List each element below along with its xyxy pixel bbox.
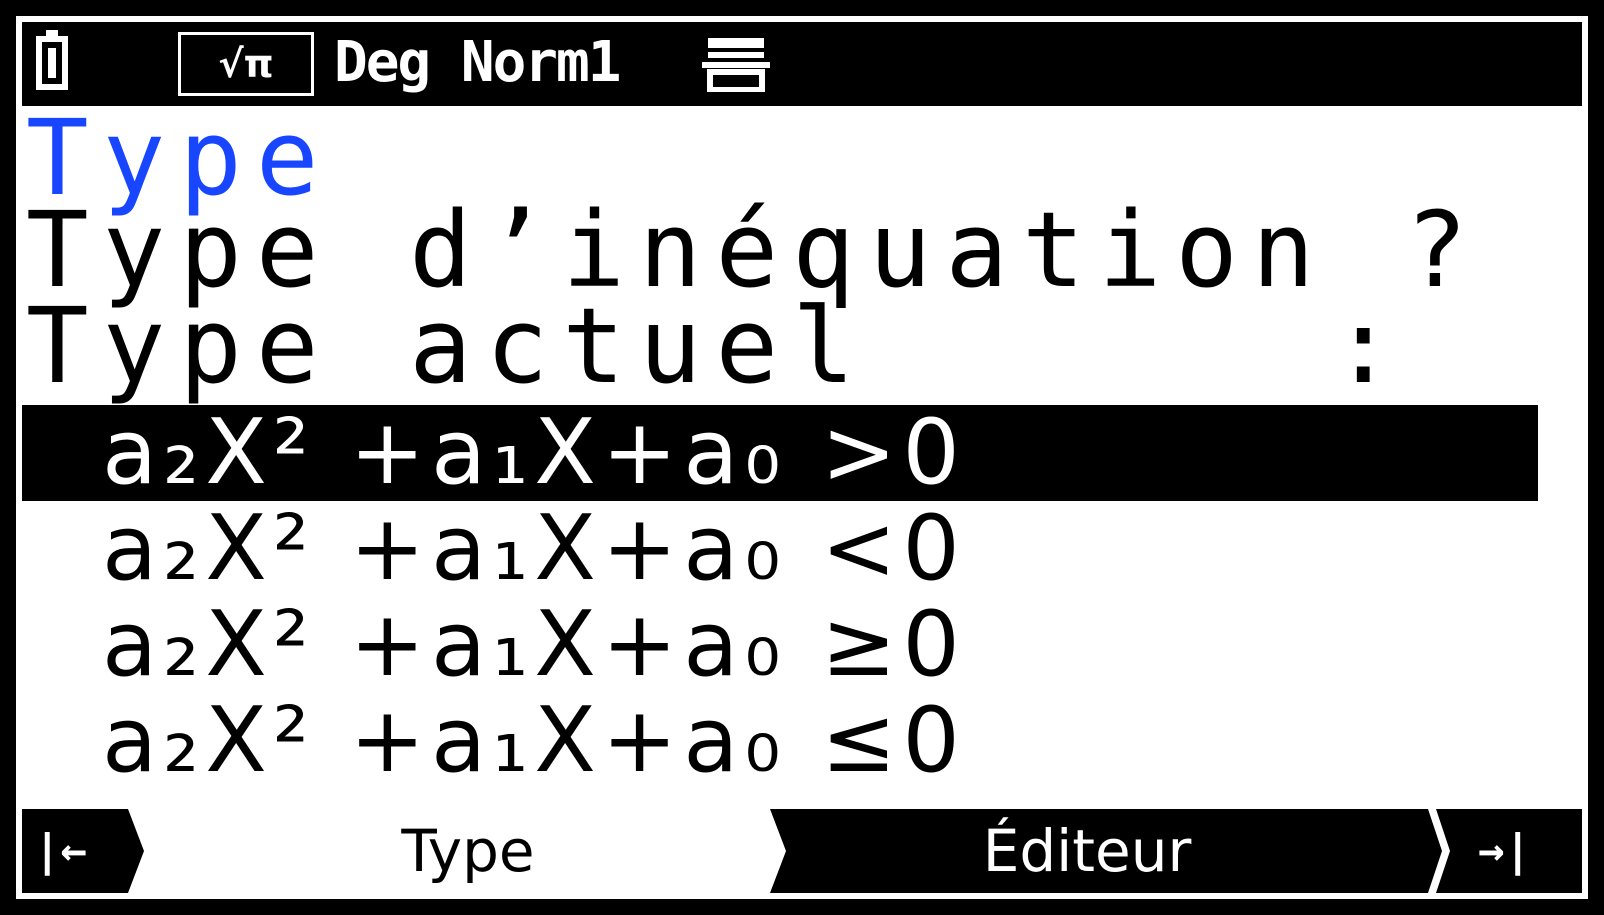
angle-format-indicator: Deg Norm1 <box>334 30 621 95</box>
battery-level <box>48 48 56 78</box>
status-bar: √π Deg Norm1 <box>22 22 1582 106</box>
nav-end-button[interactable]: →| <box>1478 809 1531 893</box>
calculator-screen: √π Deg Norm1 Type Type d’inéquation ? Ty… <box>0 0 1604 915</box>
inequation-option-gt[interactable]: a₂X² +a₁X+a₀ >0 <box>22 405 1538 501</box>
current-type-label: Type actuel <box>26 285 869 407</box>
question-text: Type d’inéquation ? <box>26 189 1482 311</box>
nav-start-button[interactable]: |← <box>34 809 87 893</box>
screen-content: √π Deg Norm1 Type Type d’inéquation ? Ty… <box>22 22 1582 893</box>
tab-editor[interactable]: Éditeur <box>922 809 1252 893</box>
inequation-option-le[interactable]: a₂X² +a₁X+a₀ ≤0 <box>22 693 1538 789</box>
option-label: a₂X² +a₁X+a₀ ≤0 <box>102 688 966 793</box>
function-key-bar: |← Type Éditeur →| <box>22 809 1582 893</box>
inequation-option-ge[interactable]: a₂X² +a₁X+a₀ ≥0 <box>22 597 1538 693</box>
battery-full-icon <box>36 36 68 90</box>
tab-type[interactable]: Type <box>318 809 618 893</box>
inequation-option-lt[interactable]: a₂X² +a₁X+a₀ <0 <box>22 501 1538 597</box>
function-key-shapes <box>22 809 1582 893</box>
current-type-colon: : <box>1332 285 1395 407</box>
option-label: a₂X² +a₁X+a₀ >0 <box>102 400 966 505</box>
option-label: a₂X² +a₁X+a₀ ≥0 <box>102 592 966 697</box>
math-mode-indicator: √π <box>178 32 314 96</box>
option-label: a₂X² +a₁X+a₀ <0 <box>102 496 966 601</box>
keyboard-icon <box>702 38 770 92</box>
